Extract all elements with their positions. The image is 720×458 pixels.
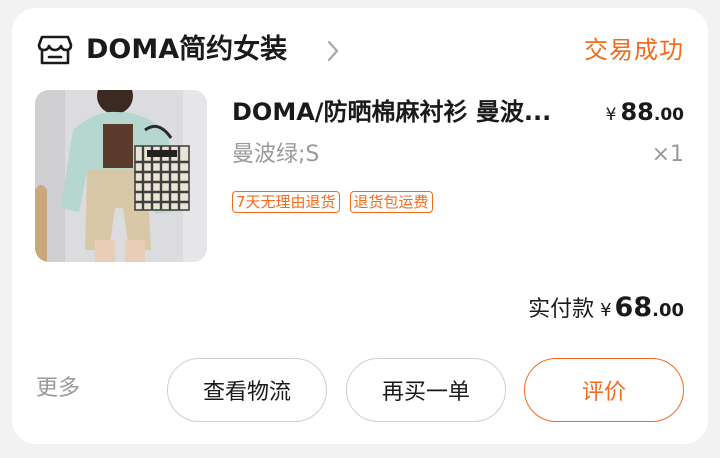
order-status: 交易成功 bbox=[584, 36, 684, 64]
paid-currency: ¥ bbox=[600, 300, 612, 321]
product-image[interactable] bbox=[35, 90, 207, 262]
product-price: ¥88.00 bbox=[606, 94, 684, 133]
view-logistics-button[interactable]: 查看物流 bbox=[167, 358, 327, 422]
product-title[interactable]: DOMA/防晒棉麻衬衫 曼波... bbox=[232, 94, 578, 130]
service-tags: 7天无理由退货 退货包运费 bbox=[232, 191, 433, 213]
buy-again-button[interactable]: 再买一单 bbox=[346, 358, 506, 422]
order-card[interactable]: DOMA简约女装 交易成功 DOMA/防晒棉麻衬衫 曼波... ¥ 88.00 … bbox=[12, 8, 708, 444]
price-integer: 88 bbox=[620, 98, 654, 126]
order-header: DOMA简约女装 交易成功 bbox=[36, 30, 684, 70]
tag-free-return-shipping: 退货包运费 bbox=[349, 191, 433, 213]
product-sku: 曼波绿;S bbox=[232, 142, 320, 167]
store-icon bbox=[37, 35, 73, 65]
more-button[interactable]: 更多 bbox=[36, 372, 80, 406]
paid-amount: 实付款 ¥68.00 bbox=[528, 288, 684, 331]
price-currency: ¥ bbox=[605, 105, 617, 125]
chevron-right-icon[interactable] bbox=[326, 38, 340, 64]
store-name[interactable]: DOMA简约女装 bbox=[86, 32, 287, 68]
price-decimal: .00 bbox=[653, 105, 684, 125]
paid-label: 实付款 bbox=[528, 297, 595, 322]
paid-decimal: .00 bbox=[652, 300, 684, 321]
paid-integer: 68 bbox=[614, 292, 653, 323]
tag-7day-return: 7天无理由退货 bbox=[232, 191, 340, 213]
review-button[interactable]: 评价 bbox=[524, 358, 684, 422]
product-quantity: ×1 bbox=[651, 142, 684, 167]
